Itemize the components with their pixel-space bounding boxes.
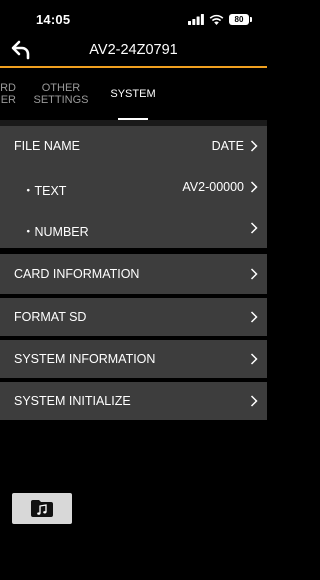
wifi-icon: [209, 14, 224, 25]
signal-icon: [188, 13, 204, 25]
text-row[interactable]: ・TEXT AV2-00000: [0, 167, 267, 208]
tab-bar: RD ER OTHER SETTINGS SYSTEM: [0, 68, 267, 120]
system-information-label: SYSTEM INFORMATION: [14, 352, 156, 366]
system-initialize-label: SYSTEM INITIALIZE: [14, 394, 131, 408]
chevron-right-icon: [250, 222, 258, 234]
system-information-row[interactable]: SYSTEM INFORMATION: [0, 340, 267, 378]
chevron-right-icon: [250, 181, 258, 193]
text-label: ・TEXT: [22, 184, 67, 198]
system-initialize-row[interactable]: SYSTEM INITIALIZE: [0, 382, 267, 420]
tab-other-settings[interactable]: OTHER SETTINGS: [30, 82, 92, 106]
file-name-value: DATE: [211, 139, 244, 153]
file-name-row[interactable]: FILE NAME DATE: [0, 126, 267, 167]
chevron-right-icon: [250, 353, 258, 365]
tab-card-other[interactable]: RD ER: [0, 82, 16, 106]
format-sd-row[interactable]: FORMAT SD: [0, 298, 267, 336]
battery-icon: 80: [229, 13, 252, 25]
status-time: 14:05: [36, 12, 71, 27]
tab-system[interactable]: SYSTEM: [104, 88, 162, 100]
text-value: AV2-00000: [182, 180, 244, 194]
chevron-right-icon: [250, 395, 258, 407]
number-row[interactable]: ・NUMBER: [0, 208, 267, 249]
music-folder-button[interactable]: [12, 493, 72, 524]
card-information-label: CARD INFORMATION: [14, 267, 140, 281]
file-name-group: FILE NAME DATE ・TEXT AV2-00000 ・NUMBER: [0, 126, 267, 248]
card-information-row[interactable]: CARD INFORMATION: [0, 254, 267, 294]
status-icons: 80: [188, 12, 252, 26]
chevron-right-icon: [250, 268, 258, 280]
file-name-label: FILE NAME: [14, 139, 80, 153]
music-folder-icon: [31, 500, 53, 517]
format-sd-label: FORMAT SD: [14, 310, 87, 324]
number-label: ・NUMBER: [22, 225, 89, 239]
chevron-right-icon: [250, 311, 258, 323]
page-title: AV2-24Z0791: [89, 42, 178, 58]
header: AV2-24Z0791: [0, 34, 267, 66]
chevron-right-icon: [250, 140, 258, 152]
